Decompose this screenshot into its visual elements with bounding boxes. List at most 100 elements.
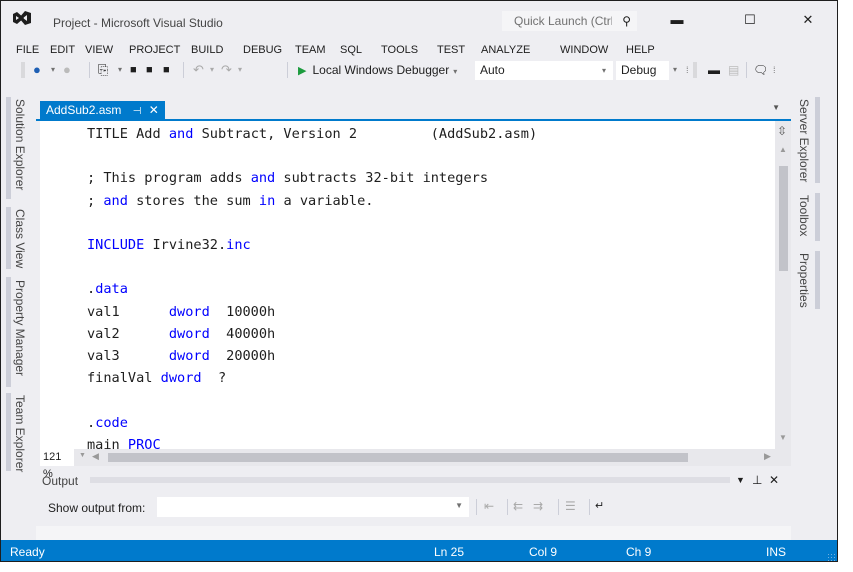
chevron-down-icon[interactable]: ▾: [453, 67, 457, 76]
menu-window[interactable]: WINDOW: [560, 44, 608, 56]
quick-launch[interactable]: ⚲: [502, 11, 637, 31]
status-insert-mode: INS: [766, 545, 787, 559]
code-line[interactable]: val1 dword 10000h: [87, 301, 537, 323]
show-output-from-select[interactable]: ▼: [157, 497, 469, 517]
code-line[interactable]: [87, 145, 537, 167]
tab-toolbox[interactable]: Toolbox: [797, 195, 811, 236]
tab-team-explorer[interactable]: Team Explorer: [13, 395, 27, 472]
search-icon[interactable]: ⚲: [622, 14, 631, 28]
maximize-button[interactable]: ☐: [738, 11, 762, 29]
save-icon[interactable]: ■: [146, 62, 153, 78]
menu-file[interactable]: FILE: [16, 44, 39, 56]
scroll-left-icon[interactable]: ◀: [92, 451, 99, 462]
menu-project[interactable]: PROJECT: [129, 44, 180, 56]
code-line[interactable]: main PROC: [87, 434, 537, 449]
menu-analyze[interactable]: ANALYZE: [481, 44, 530, 56]
tab-properties[interactable]: Properties: [797, 253, 811, 308]
open-file-icon[interactable]: ■: [130, 62, 137, 78]
close-tab-icon[interactable]: ✕: [149, 103, 159, 117]
zoom-dropdown-icon[interactable]: ▼: [79, 452, 86, 459]
menu-team[interactable]: TEAM: [295, 44, 326, 56]
vertical-scroll-thumb[interactable]: [779, 166, 788, 271]
toolbar-separator: [589, 499, 590, 515]
new-project-icon[interactable]: ⎘: [98, 62, 108, 78]
horizontal-scroll-thumb[interactable]: [108, 453, 688, 462]
code-editor: AddSub2.asm ⊣ ✕ ▼ TITLE Add and Subtract…: [36, 101, 791, 480]
code-line[interactable]: finalVal dword ?: [87, 367, 537, 389]
resize-grip[interactable]: [827, 553, 835, 561]
menu-view[interactable]: VIEW: [85, 44, 113, 56]
undo-icon[interactable]: ↶: [193, 62, 204, 78]
navigate-back-icon[interactable]: ●: [33, 62, 41, 78]
toolbar-grip[interactable]: [21, 62, 25, 78]
menu-tools[interactable]: TOOLS: [381, 44, 418, 56]
redo-dropdown-icon[interactable]: ▾: [238, 62, 242, 78]
code-line[interactable]: ; and stores the sum in a variable.: [87, 190, 537, 212]
go-to-previous-message-icon[interactable]: ⇇: [513, 499, 523, 513]
toolbar-overflow-icon[interactable]: ⁞: [686, 62, 689, 78]
add-comment-icon[interactable]: 🗨: [753, 62, 768, 78]
zoom-level-select[interactable]: 121 %: [40, 449, 74, 480]
code-content[interactable]: TITLE Add and Subtract, Version 2 (AddSu…: [87, 123, 537, 449]
menu-edit[interactable]: EDIT: [50, 44, 75, 56]
quick-launch-input[interactable]: [502, 11, 612, 31]
back-dropdown-icon[interactable]: ▾: [51, 62, 55, 78]
menu-help[interactable]: HELP: [626, 44, 655, 56]
panel-drag-grip[interactable]: [90, 477, 730, 483]
scroll-up-icon[interactable]: ▲: [779, 145, 787, 154]
tab-indicator: [815, 97, 820, 183]
save-all-icon[interactable]: ■: [163, 62, 170, 78]
tab-property-manager[interactable]: Property Manager: [13, 280, 27, 376]
code-line[interactable]: [87, 389, 537, 411]
minimize-button[interactable]: ▬: [665, 11, 689, 29]
tab-indicator: [6, 277, 11, 387]
auto-hide-pin-icon[interactable]: ⊥: [752, 473, 762, 487]
start-debugging-button[interactable]: ▶ Local Windows Debugger ▾: [298, 62, 457, 78]
keyword-token: code: [95, 414, 128, 431]
scroll-down-icon[interactable]: ▼: [779, 433, 787, 442]
split-window-icon[interactable]: ⇳: [777, 124, 787, 138]
toolbar-grip[interactable]: [693, 62, 697, 78]
code-line[interactable]: val3 dword 20000h: [87, 345, 537, 367]
code-line[interactable]: .code: [87, 412, 537, 434]
undo-dropdown-icon[interactable]: ▾: [210, 62, 214, 78]
disabled-output-icon[interactable]: ▤: [728, 62, 739, 78]
close-button[interactable]: ✕: [796, 11, 820, 29]
window-position-dropdown-icon[interactable]: ▼: [736, 475, 745, 485]
menu-sql[interactable]: SQL: [340, 44, 362, 56]
new-project-dropdown-icon[interactable]: ▾: [118, 62, 122, 78]
vertical-scrollbar[interactable]: ⇳ ▲ ▼: [775, 121, 791, 449]
pin-icon[interactable]: ⊣: [133, 106, 142, 117]
code-line[interactable]: TITLE Add and Subtract, Version 2 (AddSu…: [87, 123, 537, 145]
tab-class-view[interactable]: Class View: [13, 209, 27, 268]
tab-server-explorer[interactable]: Server Explorer: [797, 99, 811, 182]
redo-icon[interactable]: ↷: [221, 62, 232, 78]
solution-platform-select[interactable]: Auto ▾: [475, 61, 613, 80]
code-line[interactable]: .data: [87, 278, 537, 300]
toolbar-overflow-icon[interactable]: ⁞: [773, 62, 776, 78]
document-tab[interactable]: AddSub2.asm ⊣ ✕: [40, 101, 165, 119]
code-line[interactable]: val2 dword 40000h: [87, 323, 537, 345]
clear-all-icon[interactable]: ☰: [565, 499, 576, 513]
menu-build[interactable]: BUILD: [191, 44, 223, 56]
open-output-icon[interactable]: ▬: [708, 62, 720, 78]
go-to-next-message-icon[interactable]: ⇉: [533, 499, 543, 513]
solution-configuration-select[interactable]: Debug: [616, 61, 669, 80]
code-line[interactable]: [87, 256, 537, 278]
tab-solution-explorer[interactable]: Solution Explorer: [13, 99, 27, 190]
toolbar-separator: [476, 499, 477, 515]
status-text: Ready: [10, 545, 45, 559]
code-line[interactable]: ; This program adds and subtracts 32-bit…: [87, 167, 537, 189]
code-line[interactable]: INCLUDE Irvine32.inc: [87, 234, 537, 256]
find-message-in-code-icon[interactable]: ⇤: [484, 499, 494, 513]
scroll-right-icon[interactable]: ▶: [764, 451, 771, 462]
menu-debug[interactable]: DEBUG: [243, 44, 282, 56]
close-output-icon[interactable]: ✕: [769, 473, 779, 487]
navigate-forward-icon[interactable]: ●: [63, 62, 71, 78]
code-line[interactable]: [87, 212, 537, 234]
configuration-dropdown-icon[interactable]: ▾: [673, 62, 677, 78]
code-text-area[interactable]: TITLE Add and Subtract, Version 2 (AddSu…: [40, 121, 775, 449]
toggle-word-wrap-icon[interactable]: ↵: [595, 499, 604, 512]
menu-test[interactable]: TEST: [437, 44, 465, 56]
tab-overflow-dropdown-icon[interactable]: ▼: [772, 103, 780, 112]
